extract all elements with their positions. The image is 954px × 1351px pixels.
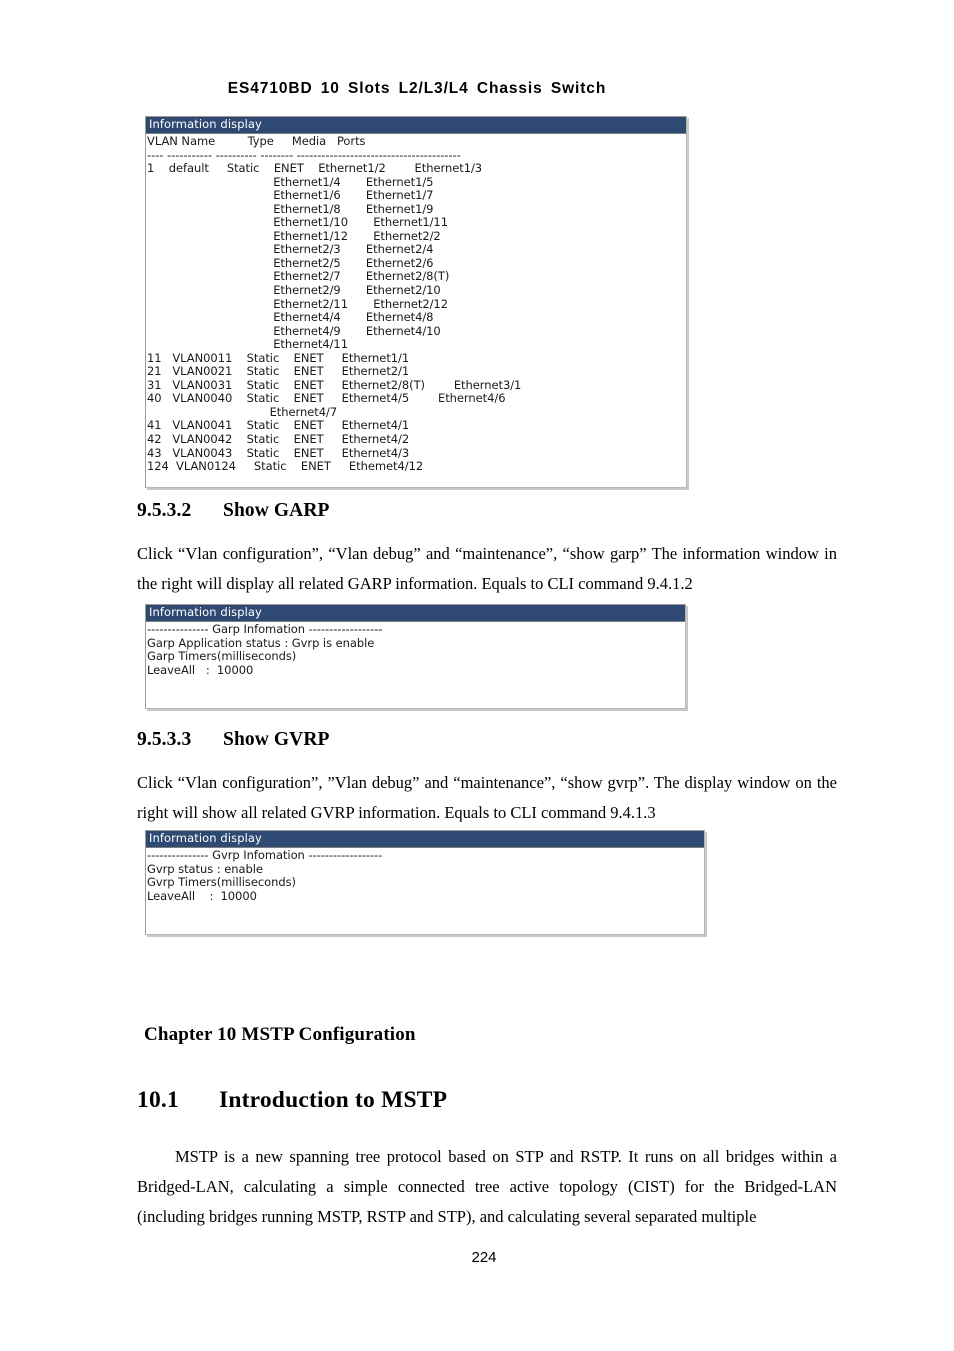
terminal-output-vlan: VLAN Name Type Media Ports ---- --------…	[147, 134, 522, 474]
window-titlebar-gvrp: Information display	[146, 831, 704, 848]
paragraph-introduction-to-mstp: MSTP is a new spanning tree protocol bas…	[137, 1147, 837, 1226]
heading-number-mstp: 10.1	[137, 1087, 179, 1113]
paragraph-show-gvrp: Click “Vlan configuration”, ”Vlan debug”…	[137, 773, 837, 822]
page-number: 224	[471, 1249, 497, 1266]
information-display-window-garp: Information display --------------- Garp…	[145, 604, 686, 709]
information-display-window-vlan: Information display VLAN Name Type Media…	[145, 116, 687, 488]
information-display-window-gvrp: Information display --------------- Gvrp…	[145, 830, 705, 935]
window-titlebar-vlan: Information display	[146, 117, 686, 134]
heading-text-gvrp: Show GVRP	[223, 729, 330, 750]
heading-number-garp: 9.5.3.2	[137, 500, 192, 521]
window-titlebar-garp: Information display	[146, 605, 685, 622]
paragraph-show-garp: Click “Vlan configuration”, “Vlan debug”…	[137, 544, 837, 593]
heading-introduction-to-mstp: 10.1 Introduction to MSTP	[137, 1087, 447, 1114]
document-page: ES4710BD 10 Slots L2/L3/L4 Chassis Switc…	[0, 0, 954, 1351]
terminal-output-gvrp: --------------- Gvrp Infomation --------…	[147, 848, 383, 903]
heading-show-garp: 9.5.3.2 Show GARP	[137, 500, 330, 522]
terminal-output-garp: --------------- Garp Infomation --------…	[147, 622, 383, 677]
heading-show-gvrp: 9.5.3.3 Show GVRP	[137, 729, 330, 751]
running-header-title: ES4710BD 10 Slots L2/L3/L4 Chassis Switc…	[227, 80, 607, 97]
heading-text-mstp: Introduction to MSTP	[219, 1087, 448, 1113]
heading-chapter-10: Chapter 10 MSTP Configuration	[144, 1024, 416, 1045]
heading-number-gvrp: 9.5.3.3	[137, 729, 192, 750]
heading-text-garp: Show GARP	[223, 500, 330, 521]
